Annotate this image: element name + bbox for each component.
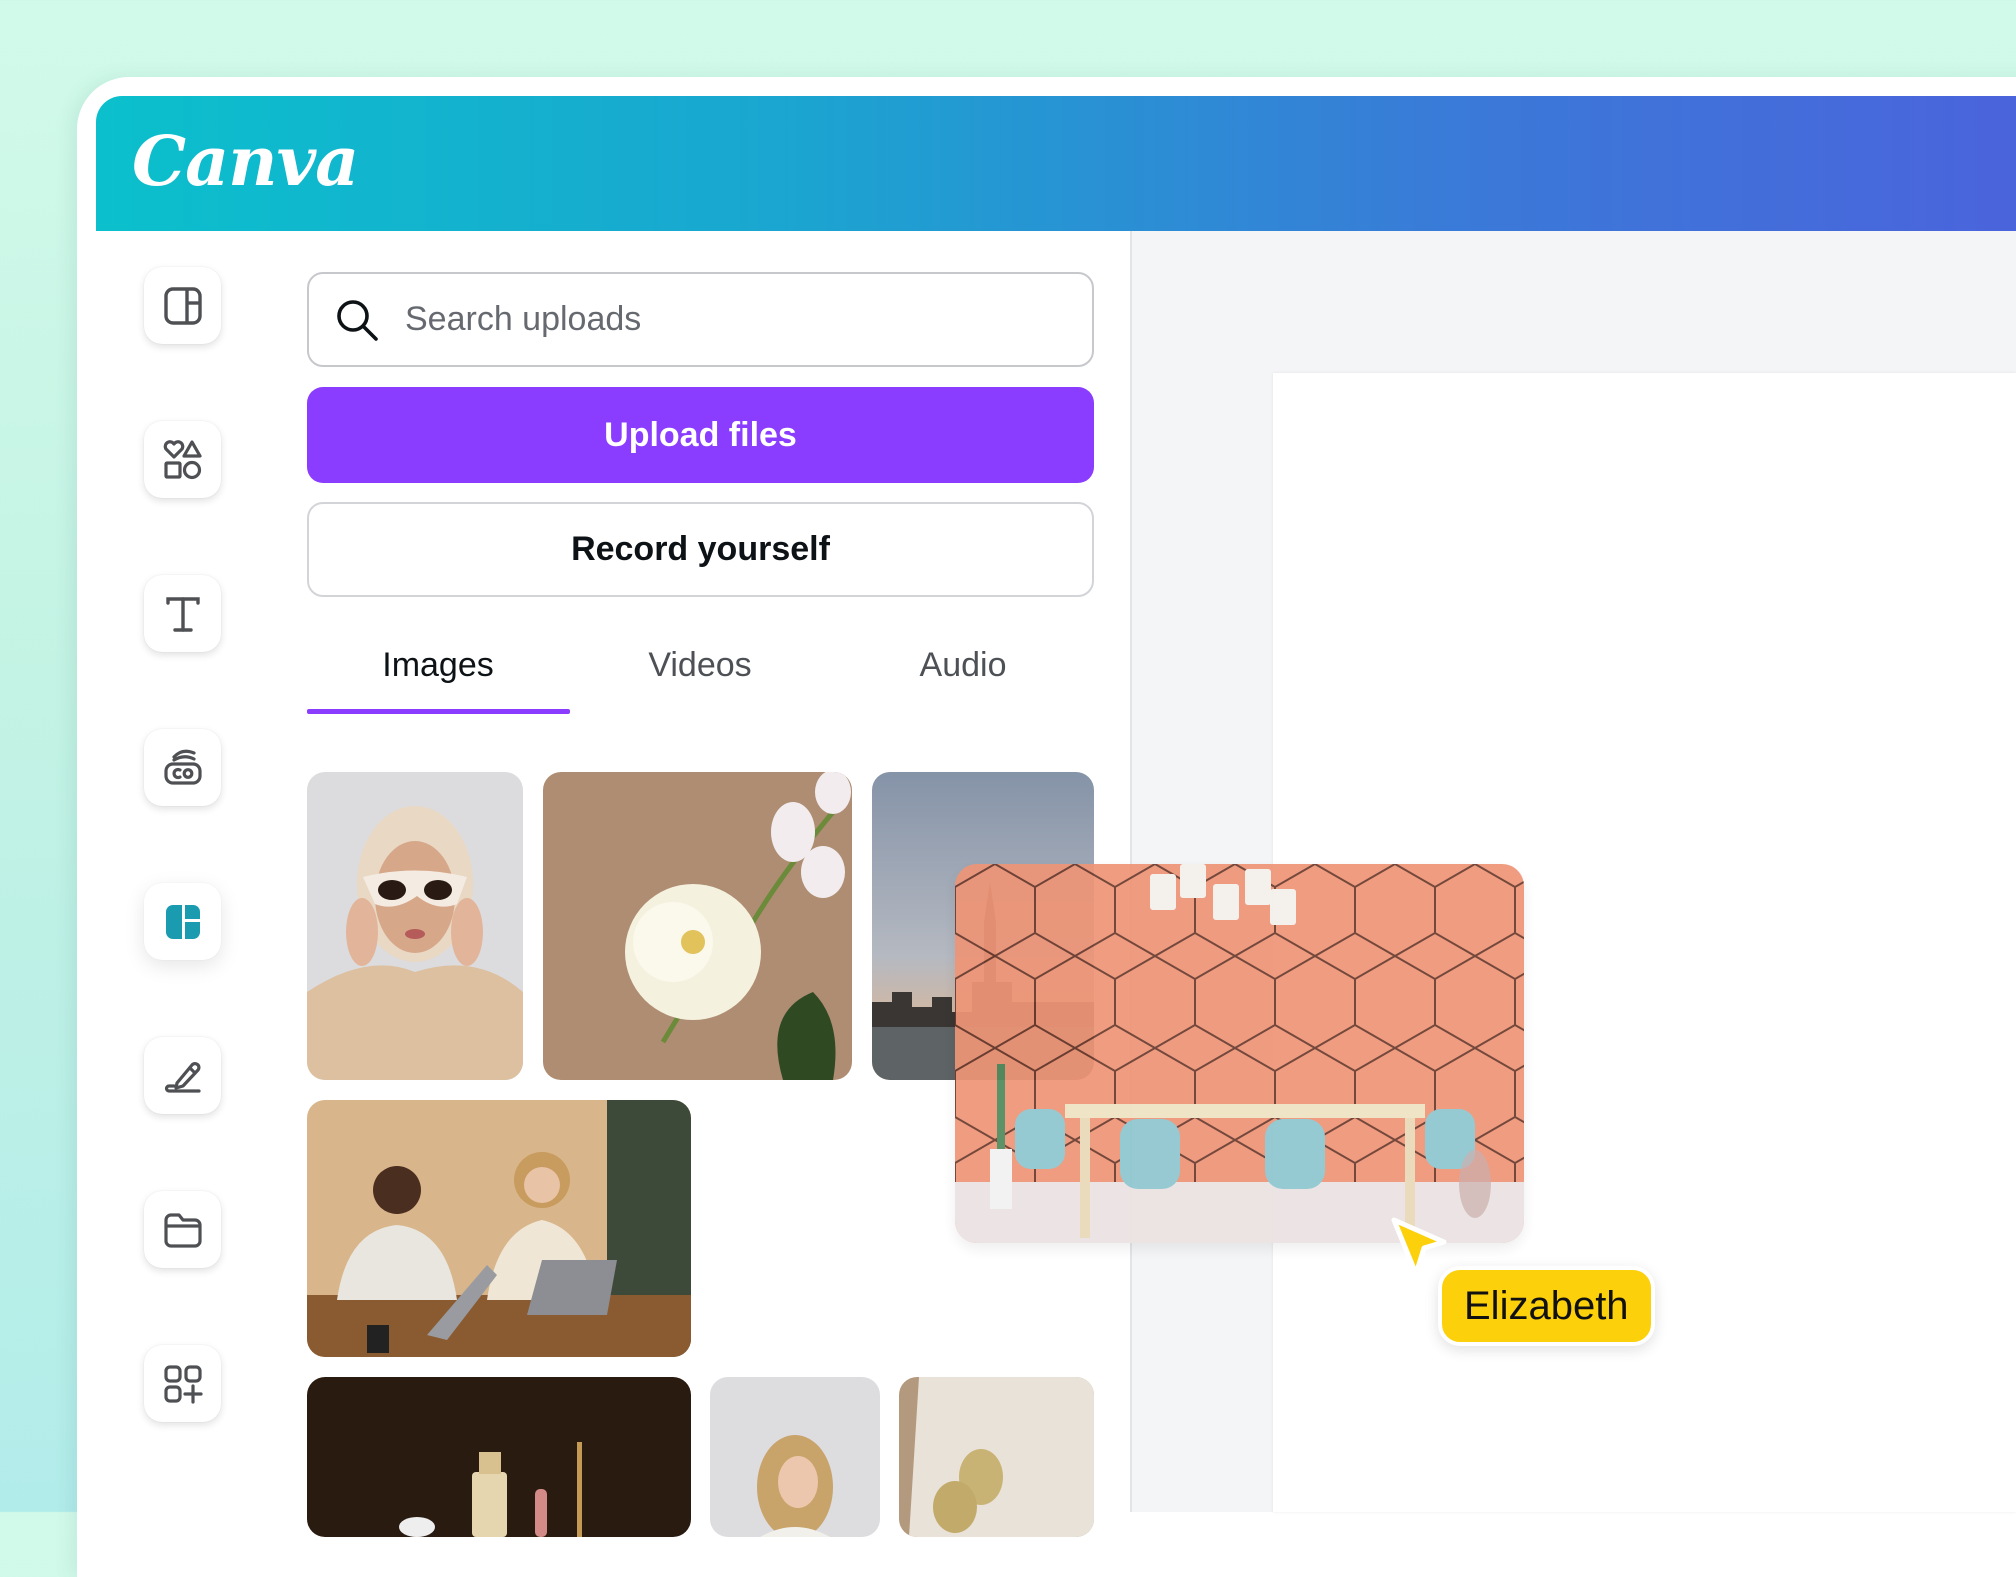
sidebar-item-uploads[interactable]	[144, 883, 221, 960]
sidebar-item-projects[interactable]	[144, 1191, 221, 1268]
collaborator-name-badge: Elizabeth	[1438, 1266, 1655, 1346]
sidebar-item-apps[interactable]	[144, 1345, 221, 1422]
brand-hub-icon	[163, 749, 202, 785]
upload-image-thumbnail[interactable]	[307, 1377, 691, 1537]
record-yourself-button[interactable]: Record yourself	[307, 502, 1094, 597]
uploads-icon	[165, 904, 200, 939]
active-tab-indicator	[307, 709, 570, 714]
draw-icon	[164, 1061, 201, 1093]
elements-shapes-icon	[163, 439, 202, 479]
canva-logo[interactable]: Canva	[132, 112, 359, 212]
apps-icon	[163, 1364, 203, 1404]
peony-flower-image	[543, 772, 852, 1080]
upload-image-thumbnail[interactable]	[307, 772, 523, 1080]
dragged-image-dining-room[interactable]	[955, 864, 1524, 1243]
search-input[interactable]	[403, 299, 1092, 340]
sidebar-item-brand[interactable]	[144, 729, 221, 806]
tab-images[interactable]: Images	[307, 630, 569, 700]
upload-image-thumbnail[interactable]	[307, 1100, 691, 1357]
cosmetics-image	[307, 1377, 691, 1537]
upload-image-thumbnail[interactable]	[710, 1377, 880, 1537]
text-icon	[165, 596, 200, 632]
tab-videos[interactable]: Videos	[569, 630, 831, 700]
upload-image-thumbnail[interactable]	[899, 1377, 1094, 1537]
sidebar-item-draw[interactable]	[144, 1037, 221, 1114]
design-layout-icon	[163, 286, 202, 325]
upload-files-button[interactable]: Upload files	[307, 387, 1094, 483]
uploads-tabs: Images Videos Audio	[307, 630, 1094, 715]
portrait-woman-sunglasses-image	[307, 772, 523, 1080]
top-header	[96, 96, 2016, 231]
search-icon	[337, 299, 378, 341]
sidebar-item-text[interactable]	[144, 575, 221, 652]
upload-image-thumbnail[interactable]	[543, 772, 852, 1080]
tab-audio[interactable]: Audio	[832, 630, 1094, 700]
pears-image	[899, 1377, 1094, 1537]
search-uploads-field[interactable]	[307, 272, 1094, 367]
woman-curly-hair-image	[710, 1377, 880, 1537]
sidebar-item-design[interactable]	[144, 267, 221, 344]
dining-room-image	[955, 864, 1524, 1243]
coworkers-laptops-image	[307, 1100, 691, 1357]
sidebar-item-elements[interactable]	[144, 421, 221, 498]
projects-folder-icon	[163, 1212, 202, 1248]
